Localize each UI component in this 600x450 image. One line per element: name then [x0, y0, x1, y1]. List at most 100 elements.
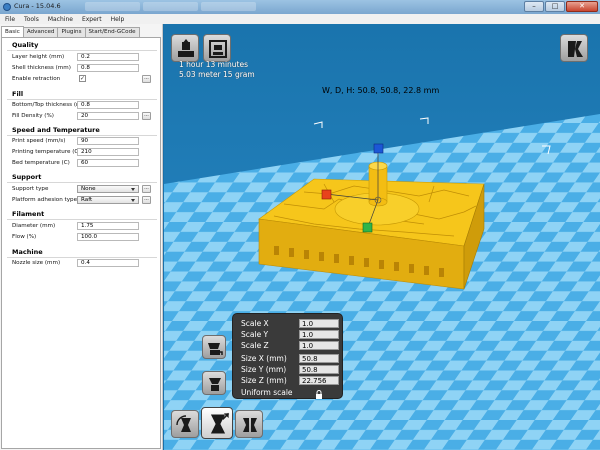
size-y-label: Size Y (mm)	[241, 365, 287, 374]
scale-z-label: Scale Z	[241, 341, 269, 350]
section-divider	[7, 257, 157, 258]
cura-app-icon	[3, 3, 11, 11]
print-time-text: 1 hour 13 minutes	[179, 60, 249, 69]
window-titlebar: Cura - 15.04.6 – □ ✕	[0, 0, 600, 14]
menu-tools[interactable]: Tools	[24, 16, 39, 23]
settings-panel: Basic Advanced Plugins Start/End-GCode Q…	[0, 24, 163, 450]
menu-help[interactable]: Help	[111, 16, 125, 23]
shell-thickness-label: Shell thickness (mm)	[12, 65, 71, 71]
load-model-icon	[178, 39, 194, 57]
mirror-tool-button[interactable]	[235, 410, 263, 438]
scale-z-input[interactable]: 1.0	[299, 341, 339, 350]
size-z-input[interactable]: 22.756	[299, 376, 339, 385]
maximize-button[interactable]: □	[545, 1, 565, 12]
layer-height-label: Layer height (mm)	[12, 54, 65, 60]
rotate-icon	[176, 415, 191, 432]
ghost-tab	[85, 2, 140, 11]
scale-y-input[interactable]: 1.0	[299, 330, 339, 339]
tab-basic[interactable]: Basic	[1, 26, 24, 37]
scale-panel: Scale X 1.0 Scale Y 1.0 Scale Z 1.0 Size…	[232, 313, 343, 399]
3d-viewport[interactable]: 1 hour 13 minutes 5.03 meter 15 gram W, …	[164, 24, 600, 450]
mirror-icon	[243, 418, 257, 432]
shell-thickness-input[interactable]: 0.8	[77, 64, 139, 72]
load-model-button[interactable]	[171, 34, 199, 62]
rotate-tool-button[interactable]	[171, 410, 199, 438]
scale-y-label: Scale Y	[241, 330, 269, 339]
tab-plugins[interactable]: Plugins	[57, 27, 86, 37]
print-speed-label: Print speed (mm/s)	[12, 138, 66, 144]
basic-tab-content: Quality Layer height (mm) 0.2 Shell thic…	[1, 37, 161, 449]
taskbar-ghost-tabs	[85, 2, 256, 12]
material-usage-text: 5.03 meter 15 gram	[179, 70, 255, 79]
reset-scale-button[interactable]	[202, 335, 226, 359]
window-title: Cura - 15.04.6	[14, 2, 61, 10]
support-type-value: None	[81, 186, 96, 192]
enable-retraction-label: Enable retraction	[12, 76, 61, 82]
menu-expert[interactable]: Expert	[82, 16, 102, 23]
view-mode-button[interactable]	[560, 34, 588, 62]
flow-input[interactable]: 100.0	[77, 233, 139, 241]
x-axis-handle	[321, 189, 332, 200]
section-divider	[7, 135, 157, 136]
close-button[interactable]: ✕	[566, 1, 598, 12]
settings-tabs: Basic Advanced Plugins Start/End-GCode	[1, 26, 140, 37]
section-quality-title: Quality	[12, 41, 39, 49]
window-controls: – □ ✕	[524, 1, 598, 12]
platform-adhesion-select[interactable]: Raft	[77, 196, 139, 204]
scale-max-icon	[209, 378, 221, 391]
tab-advanced[interactable]: Advanced	[22, 27, 59, 37]
diameter-input[interactable]: 1.75	[77, 222, 139, 230]
minimize-button[interactable]: –	[524, 1, 544, 12]
platform-adhesion-label: Platform adhesion type	[12, 197, 78, 203]
printing-temperature-input[interactable]: 210	[77, 148, 139, 156]
save-gcode-button[interactable]	[203, 34, 231, 62]
z-axis-handle	[373, 143, 384, 154]
menubar: File Tools Machine Expert Help	[0, 14, 600, 24]
bottom-top-thickness-input[interactable]: 0.8	[77, 101, 139, 109]
bed-temperature-label: Bed temperature (C)	[12, 160, 70, 166]
nozzle-size-label: Nozzle size (mm)	[12, 260, 61, 266]
ghost-tab	[201, 2, 256, 11]
bed-temperature-input[interactable]: 60	[77, 159, 139, 167]
section-divider	[7, 50, 157, 51]
layer-height-input[interactable]: 0.2	[77, 53, 139, 61]
scale-x-label: Scale X	[241, 319, 269, 328]
view-mode-icon	[568, 41, 583, 57]
fill-density-input[interactable]: 20	[77, 112, 139, 120]
lock-icon[interactable]	[315, 390, 323, 399]
flow-label: Flow (%)	[12, 234, 37, 240]
print-speed-input[interactable]: 90	[77, 137, 139, 145]
section-divider	[7, 99, 157, 100]
scale-max-button[interactable]	[202, 371, 226, 395]
tab-start-end-gcode[interactable]: Start/End-GCode	[84, 27, 140, 37]
retraction-more-button[interactable]: ...	[142, 75, 151, 83]
uniform-scale-label: Uniform scale	[241, 388, 293, 397]
printer-icon	[209, 40, 227, 58]
support-more-button[interactable]: ...	[142, 185, 151, 193]
y-axis-handle	[362, 222, 373, 233]
menu-file[interactable]: File	[5, 16, 15, 23]
scale-icon	[210, 412, 230, 434]
fill-density-more-button[interactable]: ...	[142, 112, 151, 120]
section-divider	[7, 219, 157, 220]
platform-adhesion-value: Raft	[81, 197, 93, 203]
enable-retraction-checkbox[interactable]: ✓	[79, 75, 86, 82]
nozzle-size-input[interactable]: 0.4	[77, 259, 139, 267]
support-type-label: Support type	[12, 186, 49, 192]
scale-tool-button[interactable]	[201, 407, 233, 439]
size-y-input[interactable]: 50.8	[299, 365, 339, 374]
section-machine-title: Machine	[12, 248, 43, 256]
printing-temperature-label: Printing temperature (C)	[12, 149, 81, 155]
adhesion-more-button[interactable]: ...	[142, 196, 151, 204]
scale-x-input[interactable]: 1.0	[299, 319, 339, 328]
section-support-title: Support	[12, 173, 42, 181]
fill-density-label: Fill Density (%)	[12, 113, 54, 119]
menu-machine[interactable]: Machine	[48, 16, 73, 23]
support-type-select[interactable]: None	[77, 185, 139, 193]
size-z-label: Size Z (mm)	[241, 376, 287, 385]
section-fill-title: Fill	[12, 90, 24, 98]
ghost-tab	[143, 2, 198, 11]
section-filament-title: Filament	[12, 210, 45, 218]
chevron-down-icon	[131, 188, 135, 191]
size-x-input[interactable]: 50.8	[299, 354, 339, 363]
